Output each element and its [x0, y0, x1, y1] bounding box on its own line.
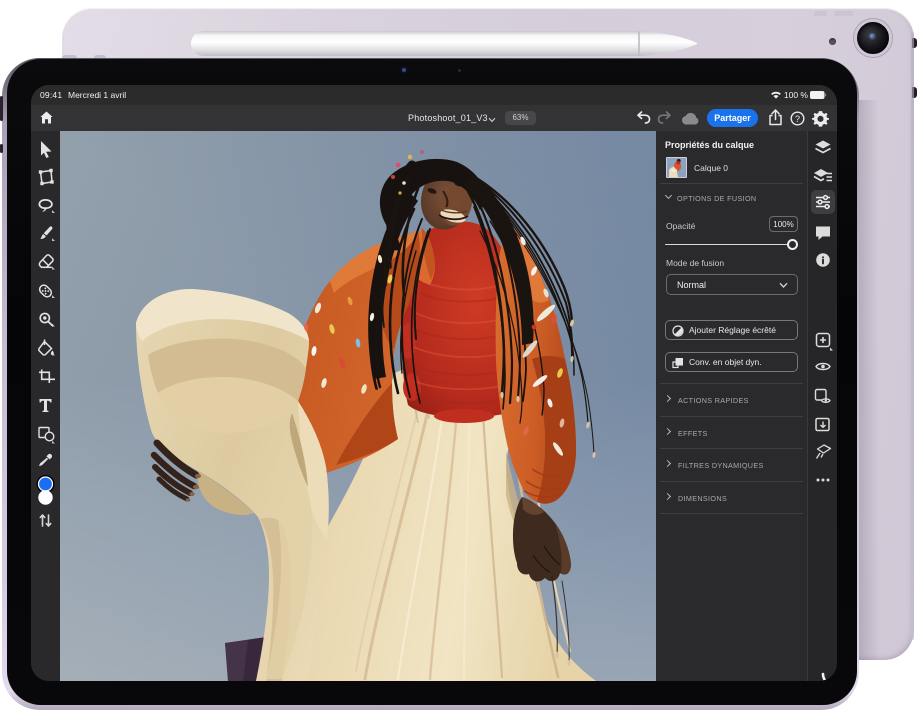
svg-text:?: ? — [795, 113, 800, 123]
